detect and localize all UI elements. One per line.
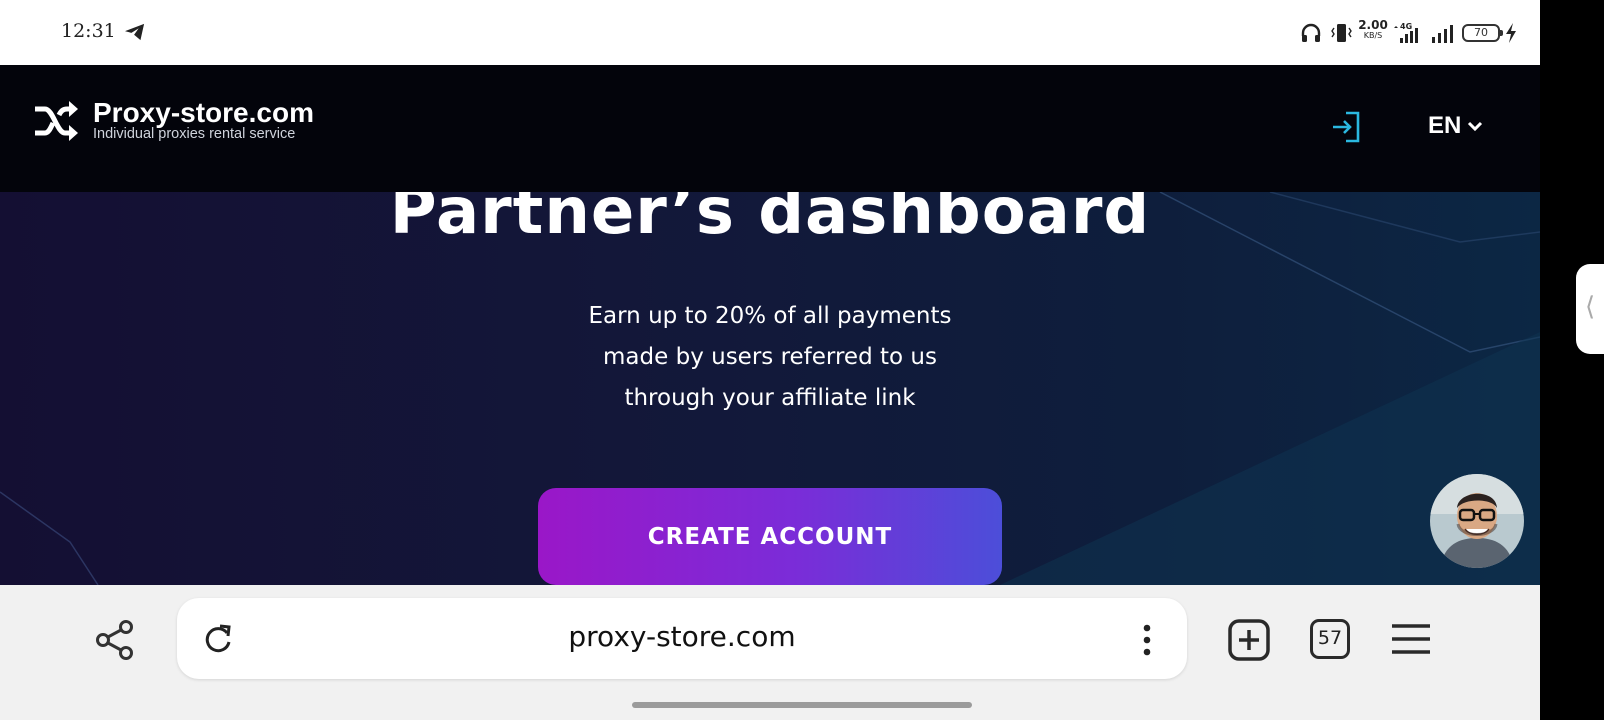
logo-name[interactable]: Proxy-store.com [93,97,314,129]
site-header: Proxy-store.com Individual proxies renta… [0,65,1540,192]
signal-4g-icon: 4G [1394,22,1418,43]
hero-subtitle-line: made by users referred to us [603,344,937,370]
language-selector[interactable]: EN [1428,112,1483,140]
hero-subtitle: Earn up to 20% of all payments made by u… [520,296,1020,419]
address-bar[interactable]: proxy-store.com [177,598,1187,679]
headphone-icon [1301,23,1321,42]
network-speed-value: 2.00 [1358,18,1388,32]
side-panel-handle[interactable]: ⟨ [1576,264,1604,354]
telegram-icon [125,23,145,41]
home-indicator[interactable] [632,702,972,708]
login-icon[interactable] [1330,110,1362,144]
browser-toolbar: proxy-store.com 57 [0,585,1540,693]
more-options-icon[interactable] [1142,624,1152,656]
create-account-button[interactable]: CREATE ACCOUNT [538,488,1002,585]
network-speed-unit: KB/S [1363,31,1383,40]
vibrate-icon [1331,24,1352,42]
network-type-label: 4G [1400,22,1412,31]
new-tab-icon[interactable] [1228,619,1270,661]
support-chat-avatar[interactable] [1430,474,1524,568]
status-bar: 12:31 2.00 KB/S 4G 70 [0,0,1540,65]
url-text[interactable]: proxy-store.com [177,620,1187,653]
signal-icon [1432,25,1453,43]
network-speed: 2.00 KB/S [1356,18,1390,41]
chevron-down-icon [1468,121,1483,132]
share-icon[interactable] [95,619,135,661]
menu-icon[interactable] [1390,623,1432,655]
status-time: 12:31 [61,20,116,42]
chevron-left-icon: ⟨ [1585,292,1596,322]
logo-tagline: Individual proxies rental service [93,126,296,142]
shuffle-logo-icon[interactable] [33,99,79,143]
support-avatar-image [1430,474,1524,568]
hero-section: Partner’s dashboard Earn up to 20% of al… [0,192,1540,585]
status-icons: 2.00 KB/S 4G 70 [1300,18,1540,48]
charging-icon [1506,23,1516,43]
hero-title: Partner’s dashboard [389,192,1151,249]
language-label: EN [1428,112,1462,139]
hero-subtitle-line: Earn up to 20% of all payments [588,303,952,329]
battery-icon: 70 [1462,24,1503,42]
hero-subtitle-line: through your affiliate link [624,385,916,411]
tab-count-button[interactable]: 57 [1310,619,1350,659]
